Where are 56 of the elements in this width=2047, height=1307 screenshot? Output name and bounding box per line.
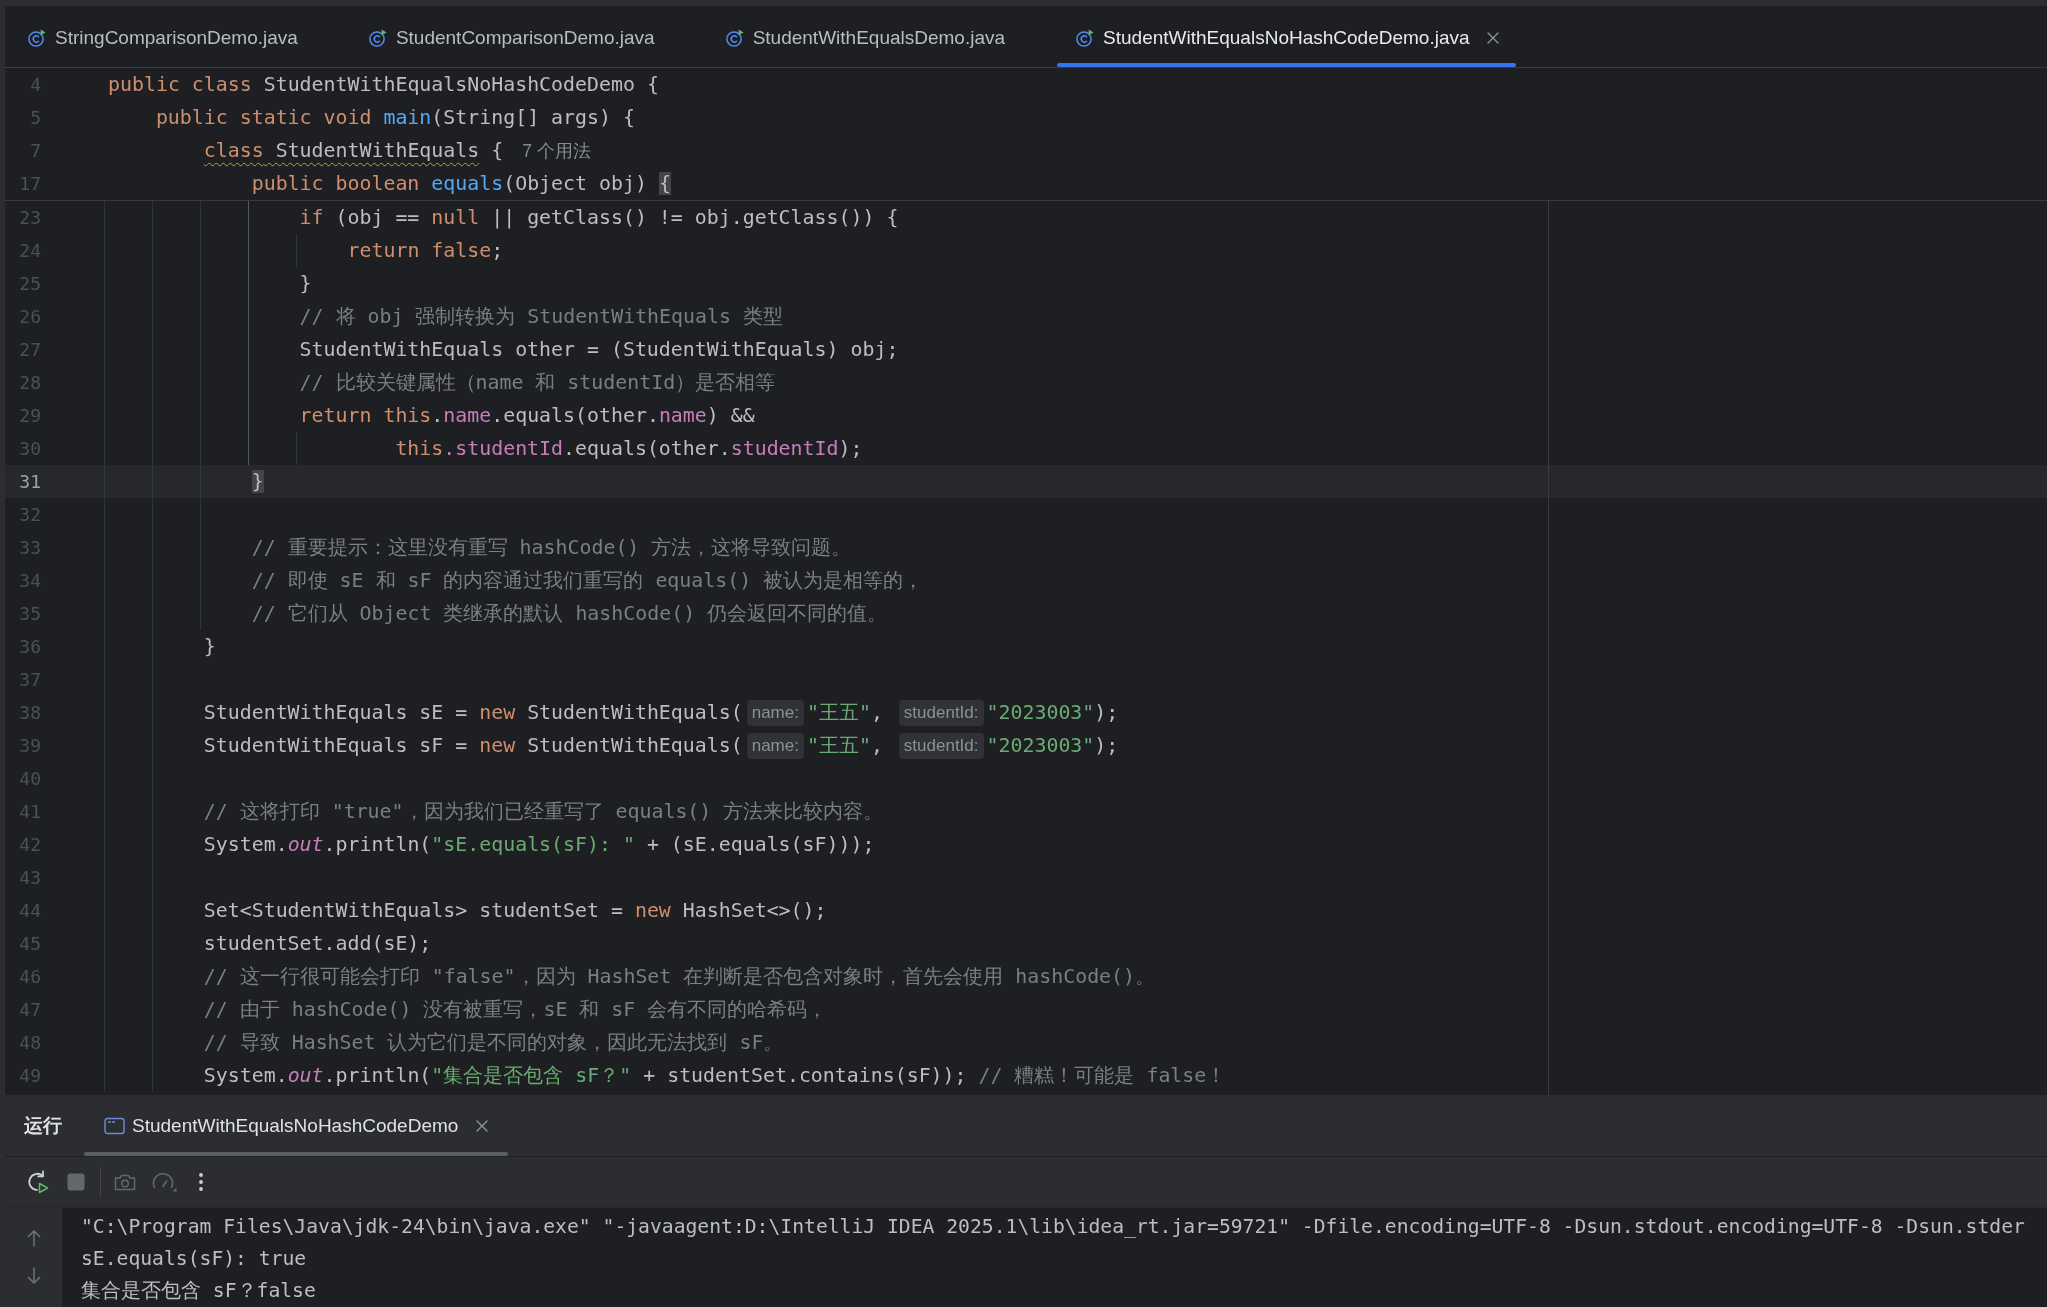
- code-fragment: class StudentWithEquals {: [203, 139, 504, 162]
- code-line: return this.name.equals(other.name) &&: [299, 404, 755, 427]
- code-line: // 导致 HashSet 认为它们是不同的对象，因此无法找到 sF。: [203, 1030, 784, 1056]
- parameter-hint: name:: [746, 732, 804, 759]
- line-number: 31: [19, 471, 41, 492]
- class-icon: [1076, 28, 1095, 47]
- class-icon: [28, 28, 46, 47]
- code-fragment: "王五",: [806, 700, 884, 726]
- close-icon[interactable]: [1486, 31, 1499, 44]
- code-line: studentSet.add(sE);: [203, 932, 432, 955]
- editor-tab[interactable]: StudentWithEqualsDemo.java: [706, 6, 1058, 67]
- code-line: }: [203, 635, 216, 658]
- code-line: public boolean equals(Object obj) {: [251, 172, 671, 195]
- code-line: // 由于 hashCode() 没有被重写，sE 和 sF 会有不同的哈希码，: [203, 997, 828, 1023]
- code-line: Set<StudentWithEquals> studentSet = new HashSet<>();: [203, 899, 827, 922]
- editor-tab[interactable]: StudentWithEqualsNoHashCodeDemo.java: [1057, 6, 1516, 67]
- run-tab[interactable]: StudentWithEqualsNoHashCodeDemo: [84, 1095, 509, 1156]
- code-line: return false;: [347, 239, 504, 262]
- editor-tab[interactable]: StudentComparisonDemo.java: [349, 6, 707, 67]
- code-line: public class StudentWithEqualsNoHashCodeDemo {: [108, 73, 659, 96]
- parameter-hint: name:: [746, 699, 804, 726]
- up-arrow-icon[interactable]: [26, 1229, 41, 1247]
- panel-title: 运行: [24, 1113, 62, 1138]
- code-line: System.out.println("集合是否包含 sF？" + studentSet.contains(sF)); // 糟糕！可能是 false！: [203, 1063, 1227, 1089]
- editor-tab[interactable]: StringComparisonDemo.java: [9, 6, 350, 67]
- code-line: // 将 obj 强制转换为 StudentWithEquals 类型: [299, 304, 783, 330]
- code-line: this.studentId.equals(other.studentId);: [395, 437, 863, 460]
- class-icon: [725, 28, 744, 47]
- code-fragment: StudentWithEquals sE = new StudentWithEquals(: [203, 701, 743, 724]
- window-icon: [104, 1116, 125, 1135]
- console-line: 集合是否包含 sF？false: [81, 1278, 316, 1304]
- code-fragment: "王五",: [806, 733, 884, 759]
- code-line: if (obj == null || getClass() != obj.getClass()) {: [299, 206, 899, 229]
- rerun-icon[interactable]: [25, 1170, 49, 1194]
- code-line: // 即使 sE 和 sF 的内容通过我们重写的 equals() 被认为是相等的，: [251, 568, 924, 594]
- code-line: public static void main(String[] args) {: [155, 106, 635, 129]
- code-fragment: StudentWithEquals sF = new StudentWithEquals(: [203, 734, 743, 757]
- code-line: // 这一行很可能会打印 "false"，因为 HashSet 在判断是否包含对象时，首先会使用 hashCode()。: [203, 964, 1156, 990]
- down-arrow-icon[interactable]: [26, 1267, 41, 1285]
- code-fragment: "2023003");: [986, 701, 1119, 724]
- console-line: "C:\Program Files\Java\jdk-24\bin\java.exe" "-javaagent:D:\IntelliJ IDEA 2025.1\lib\idea_rt.jar=59721" -Dfile.encoding=UTF-8 -Dsun.stdout.encoding=UTF-8 -Dsun.stder: [81, 1214, 2025, 1240]
- code-line: // 比较关键属性（name 和 studentId）是否相等: [299, 370, 776, 396]
- code-line: // 重要提示：这里没有重写 hashCode() 方法，这将导致问题。: [251, 535, 852, 561]
- parameter-hint: studentId:: [898, 699, 984, 726]
- class-icon: [368, 28, 387, 47]
- close-icon[interactable]: [476, 1119, 489, 1132]
- code-fragment: "2023003");: [986, 734, 1119, 757]
- code-line: // 它们从 Object 类继承的默认 hashCode() 仍会返回不同的值。: [251, 601, 888, 627]
- code-line: System.out.println("sE.equals(sF): " + (sE.equals(sF)));: [203, 833, 875, 856]
- more-icon[interactable]: [198, 1172, 204, 1192]
- code-line: // 这将打印 "true"，因为我们已经重写了 equals() 方法来比较内容。: [203, 799, 884, 825]
- code-line: }: [299, 272, 312, 295]
- usages-hint[interactable]: 7 个用法: [522, 138, 591, 163]
- parameter-hint: studentId:: [898, 732, 984, 759]
- code-line: StudentWithEquals other = (StudentWithEquals) obj;: [299, 338, 899, 361]
- console-line: sE.equals(sF): true: [81, 1246, 307, 1272]
